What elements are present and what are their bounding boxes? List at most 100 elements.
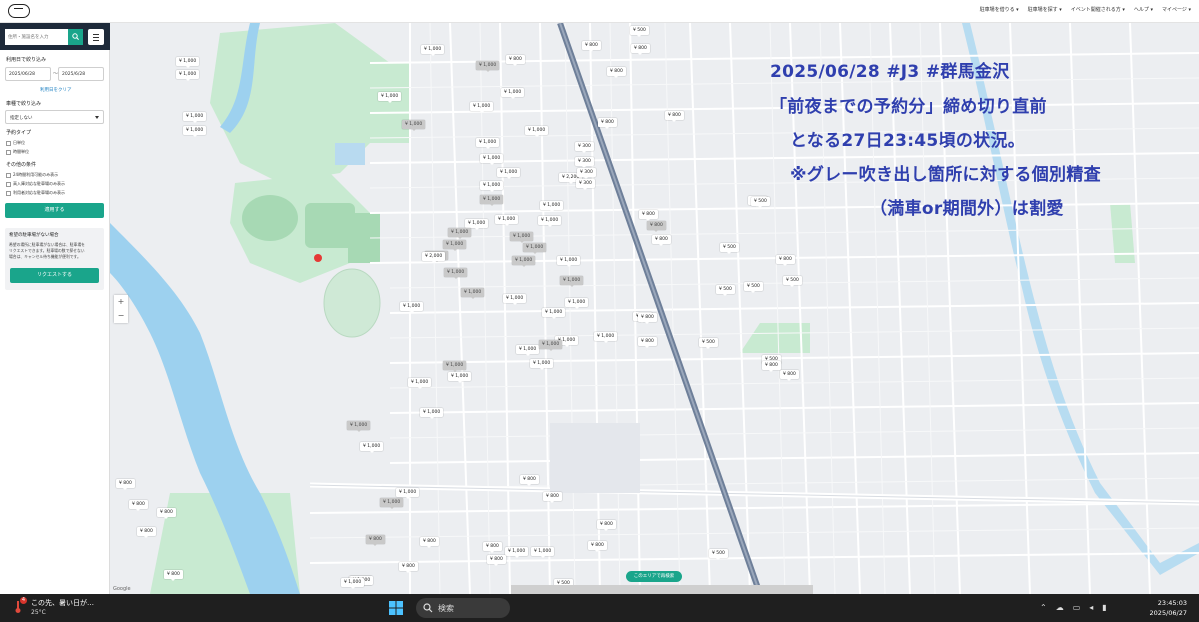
price-marker[interactable]: ¥ 500: [744, 282, 763, 293]
price-marker[interactable]: ¥ 800: [366, 535, 385, 546]
price-marker[interactable]: ¥ 800: [597, 520, 616, 531]
price-marker[interactable]: ¥ 800: [157, 508, 176, 519]
search-button[interactable]: [68, 29, 83, 45]
price-marker[interactable]: ¥ 300: [577, 168, 596, 179]
price-marker[interactable]: ¥ 1,000: [565, 298, 589, 309]
price-marker[interactable]: ¥ 1,000: [347, 421, 371, 432]
price-marker[interactable]: ¥ 1,000: [443, 240, 467, 251]
price-marker[interactable]: ¥ 1,000: [512, 256, 536, 267]
battery-icon[interactable]: ▮: [1102, 603, 1106, 612]
price-marker[interactable]: ¥ 1,000: [539, 340, 563, 351]
price-marker[interactable]: ¥ 1,000: [444, 268, 468, 279]
price-marker[interactable]: ¥ 1,000: [510, 232, 534, 243]
price-marker[interactable]: ¥ 300: [576, 179, 595, 190]
price-marker[interactable]: ¥ 800: [598, 118, 617, 129]
price-marker[interactable]: ¥ 800: [762, 361, 781, 372]
price-marker[interactable]: ¥ 1,000: [525, 126, 549, 137]
nav-item-event[interactable]: イベント開催される方 ▾: [1071, 6, 1125, 13]
price-marker[interactable]: ¥ 300: [575, 142, 594, 153]
price-marker[interactable]: ¥ 1,000: [540, 201, 564, 212]
price-marker[interactable]: ¥ 1,000: [594, 332, 618, 343]
price-marker[interactable]: ¥ 500: [709, 549, 728, 560]
price-marker[interactable]: ¥ 1,000: [378, 92, 402, 103]
price-marker[interactable]: ¥ 800: [520, 475, 539, 486]
price-marker[interactable]: ¥ 1,000: [495, 215, 519, 226]
price-marker[interactable]: ¥ 500: [751, 197, 770, 208]
price-marker[interactable]: ¥ 1,000: [183, 126, 207, 137]
price-marker[interactable]: ¥ 1,000: [402, 120, 426, 131]
price-marker[interactable]: ¥ 1,000: [523, 243, 547, 254]
cloud-icon[interactable]: ☁: [1056, 603, 1064, 612]
price-marker[interactable]: ¥ 500: [716, 285, 735, 296]
price-marker[interactable]: ¥ 1,000: [476, 61, 500, 72]
price-marker[interactable]: ¥ 800: [776, 255, 795, 266]
price-marker[interactable]: ¥ 300: [575, 157, 594, 168]
price-marker[interactable]: ¥ 1,000: [560, 276, 584, 287]
price-marker[interactable]: ¥ 800: [607, 67, 626, 78]
price-marker[interactable]: ¥ 800: [164, 570, 183, 581]
menu-button[interactable]: [88, 29, 104, 45]
checkbox[interactable]: [6, 140, 11, 146]
price-marker[interactable]: ¥ 800: [631, 44, 650, 55]
search-input[interactable]: [5, 29, 68, 45]
option-24h[interactable]: 24時間利用可能のみ表示: [6, 172, 58, 178]
price-marker[interactable]: ¥ 1,000: [531, 547, 555, 558]
option-support[interactable]: 利用者対応な駐車場のみ表示: [6, 190, 65, 196]
price-marker[interactable]: ¥ 1,000: [530, 359, 554, 370]
checkbox[interactable]: [6, 149, 11, 155]
price-marker[interactable]: ¥ 1,000: [470, 102, 494, 113]
windows-start-icon[interactable]: [389, 601, 403, 615]
price-marker[interactable]: ¥ 1,000: [465, 219, 489, 230]
date-to-field[interactable]: 2025/6/28: [58, 67, 104, 81]
price-marker[interactable]: ¥ 800: [665, 111, 684, 122]
price-marker[interactable]: ¥ 1,000: [420, 408, 444, 419]
price-marker[interactable]: ¥ 800: [420, 537, 439, 548]
volume-icon[interactable]: ◂: [1089, 603, 1093, 612]
nav-item-mypage[interactable]: マイページ ▾: [1162, 6, 1191, 13]
request-button[interactable]: リクエストする: [10, 268, 99, 283]
checkbox[interactable]: [6, 190, 11, 196]
reserve-daily-option[interactable]: 日単位: [6, 140, 25, 146]
price-marker[interactable]: ¥ 500: [699, 338, 718, 349]
price-marker[interactable]: ¥ 1,000: [480, 154, 504, 165]
clock[interactable]: 23:45:03 2025/06/27: [1150, 598, 1187, 618]
price-marker[interactable]: ¥ 800: [506, 55, 525, 66]
map-view[interactable]: ¥ 1,000 ¥ 1,000 ¥ 1,000 ¥ 1,000 ¥ 1,000 …: [110, 23, 1199, 594]
price-marker[interactable]: ¥ 1,000: [341, 578, 365, 589]
price-marker[interactable]: ¥ 1,000: [461, 288, 485, 299]
price-marker[interactable]: ¥ 1,000: [183, 112, 207, 123]
price-marker[interactable]: ¥ 1,000: [396, 488, 420, 499]
vehicle-select[interactable]: 指定しない: [5, 110, 104, 124]
price-marker[interactable]: ¥ 1,000: [360, 442, 384, 453]
price-marker[interactable]: ¥ 1,000: [400, 302, 424, 313]
price-marker[interactable]: ¥ 800: [483, 542, 502, 553]
apply-button[interactable]: 適用する: [5, 203, 104, 218]
network-icon[interactable]: ▭: [1073, 603, 1081, 612]
price-marker[interactable]: ¥ 1,000: [176, 57, 200, 68]
price-marker[interactable]: ¥ 800: [543, 492, 562, 503]
price-marker[interactable]: ¥ 1,000: [480, 181, 504, 192]
price-marker[interactable]: ¥ 800: [652, 235, 671, 246]
price-marker[interactable]: ¥ 1,000: [501, 88, 525, 99]
reserve-hourly-option[interactable]: 時間単位: [6, 149, 29, 155]
zoom-in-button[interactable]: +: [114, 295, 128, 309]
price-marker[interactable]: ¥ 1,000: [408, 378, 432, 389]
price-marker[interactable]: ¥ 800: [137, 527, 156, 538]
taskbar-search[interactable]: 検索: [416, 598, 510, 618]
price-marker[interactable]: ¥ 500: [630, 26, 649, 37]
price-marker[interactable]: ¥ 1,000: [176, 70, 200, 81]
checkbox[interactable]: [6, 172, 11, 178]
price-marker[interactable]: ¥ 800: [638, 337, 657, 348]
nav-item-rent[interactable]: 駐車場を借りる ▾: [980, 6, 1019, 13]
price-marker[interactable]: ¥ 1,000: [421, 45, 445, 56]
price-marker[interactable]: ¥ 800: [638, 313, 657, 324]
price-marker[interactable]: ¥ 1,000: [448, 228, 472, 239]
nav-item-find[interactable]: 駐車場を探す ▾: [1028, 6, 1062, 13]
price-marker[interactable]: ¥ 800: [399, 562, 418, 573]
price-marker[interactable]: ¥ 800: [129, 500, 148, 511]
zoom-out-button[interactable]: −: [114, 309, 128, 323]
price-marker[interactable]: ¥ 1,000: [480, 195, 504, 206]
price-marker[interactable]: ¥ 1,000: [443, 361, 467, 372]
price-marker[interactable]: ¥ 500: [783, 276, 802, 287]
zoom-control[interactable]: + −: [114, 295, 128, 323]
